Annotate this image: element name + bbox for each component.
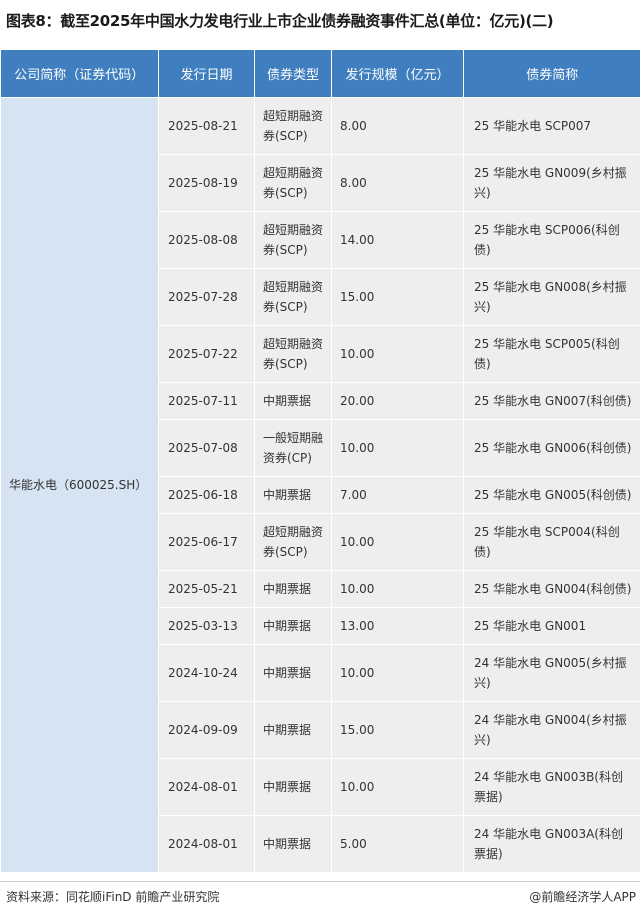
cell-type: 超短期融资券(SCP) — [254, 97, 332, 155]
cell-type: 中期票据 — [254, 382, 332, 420]
cell-name: 24 华能水电 GN005(乡村振兴) — [463, 644, 640, 702]
cell-type: 中期票据 — [254, 644, 332, 702]
cell-size: 10.00 — [331, 325, 464, 383]
cell-name: 24 华能水电 GN003B(科创票据) — [463, 758, 640, 816]
cell-type: 一般短期融资券(CP) — [254, 419, 332, 477]
cell-type: 超短期融资券(SCP) — [254, 154, 332, 212]
cell-type: 中期票据 — [254, 758, 332, 816]
cell-size: 8.00 — [331, 154, 464, 212]
header-size: 发行规模（亿元） — [331, 50, 464, 98]
cell-name: 25 华能水电 GN007(科创债) — [463, 382, 640, 420]
cell-date: 2025-06-18 — [158, 476, 255, 514]
cell-size: 10.00 — [331, 513, 464, 571]
cell-size: 13.00 — [331, 607, 464, 645]
cell-size: 10.00 — [331, 644, 464, 702]
page-title: 图表8：截至2025年中国水力发电行业上市企业债券融资事件汇总(单位：亿元)(二… — [6, 12, 554, 30]
cell-name: 25 华能水电 GN001 — [463, 607, 640, 645]
cell-date: 2025-03-13 — [158, 607, 255, 645]
cell-size: 10.00 — [331, 570, 464, 608]
cell-date: 2025-05-21 — [158, 570, 255, 608]
brand-credit: @前瞻经济学人APP — [529, 890, 636, 904]
cell-name: 24 华能水电 GN004(乡村振兴) — [463, 701, 640, 759]
cell-name: 25 华能水电 GN004(科创债) — [463, 570, 640, 608]
cell-date: 2025-08-19 — [158, 154, 255, 212]
cell-type: 超短期融资券(SCP) — [254, 513, 332, 571]
cell-date: 2024-08-01 — [158, 815, 255, 873]
cell-date: 2025-07-08 — [158, 419, 255, 477]
header-company: 公司简称（证券代码） — [0, 50, 159, 98]
cell-size: 20.00 — [331, 382, 464, 420]
cell-size: 15.00 — [331, 701, 464, 759]
cell-size: 7.00 — [331, 476, 464, 514]
cell-name: 25 华能水电 GN008(乡村振兴) — [463, 268, 640, 326]
cell-date: 2024-10-24 — [158, 644, 255, 702]
cell-type: 中期票据 — [254, 476, 332, 514]
cell-date: 2025-07-11 — [158, 382, 255, 420]
cell-size: 8.00 — [331, 97, 464, 155]
header-name: 债券简称 — [463, 50, 640, 98]
cell-date: 2024-08-01 — [158, 758, 255, 816]
cell-date: 2024-09-09 — [158, 701, 255, 759]
cell-date: 2025-07-22 — [158, 325, 255, 383]
bond-table: 公司简称（证券代码） 发行日期 债券类型 发行规模（亿元） 债券简称 华能水电（… — [0, 50, 640, 873]
table-row: 华能水电（600025.SH） 2025-08-21 超短期融资券(SCP) 8… — [0, 97, 640, 873]
footer: 资料来源：同花顺iFinD 前瞻产业研究院 @前瞻经济学人APP — [0, 881, 640, 910]
cell-date: 2025-08-21 — [158, 97, 255, 155]
company-cell: 华能水电（600025.SH） — [0, 97, 159, 873]
table-header-row: 公司简称（证券代码） 发行日期 债券类型 发行规模（亿元） 债券简称 — [0, 50, 640, 98]
cell-size: 5.00 — [331, 815, 464, 873]
source-note: 资料来源：同花顺iFinD 前瞻产业研究院 — [6, 890, 220, 904]
cell-size: 10.00 — [331, 419, 464, 477]
cell-name: 25 华能水电 GN005(科创债) — [463, 476, 640, 514]
cell-name: 25 华能水电 SCP007 — [463, 97, 640, 155]
cell-date: 2025-06-17 — [158, 513, 255, 571]
cell-name: 25 华能水电 SCP004(科创债) — [463, 513, 640, 571]
cell-name: 25 华能水电 SCP005(科创债) — [463, 325, 640, 383]
cell-date: 2025-07-28 — [158, 268, 255, 326]
cell-size: 10.00 — [331, 758, 464, 816]
cell-type: 超短期融资券(SCP) — [254, 268, 332, 326]
cell-type: 超短期融资券(SCP) — [254, 325, 332, 383]
cell-name: 24 华能水电 GN003A(科创票据) — [463, 815, 640, 873]
header-type: 债券类型 — [254, 50, 332, 98]
cell-name: 25 华能水电 GN009(乡村振兴) — [463, 154, 640, 212]
table-body: 华能水电（600025.SH） 2025-08-21 超短期融资券(SCP) 8… — [0, 97, 640, 873]
cell-type: 中期票据 — [254, 570, 332, 608]
cell-size: 14.00 — [331, 211, 464, 269]
cell-type: 超短期融资券(SCP) — [254, 211, 332, 269]
cell-type: 中期票据 — [254, 701, 332, 759]
cell-name: 25 华能水电 SCP006(科创债) — [463, 211, 640, 269]
cell-type: 中期票据 — [254, 607, 332, 645]
cell-date: 2025-08-08 — [158, 211, 255, 269]
header-date: 发行日期 — [158, 50, 255, 98]
cell-size: 15.00 — [331, 268, 464, 326]
cell-type: 中期票据 — [254, 815, 332, 873]
cell-name: 25 华能水电 GN006(科创债) — [463, 419, 640, 477]
